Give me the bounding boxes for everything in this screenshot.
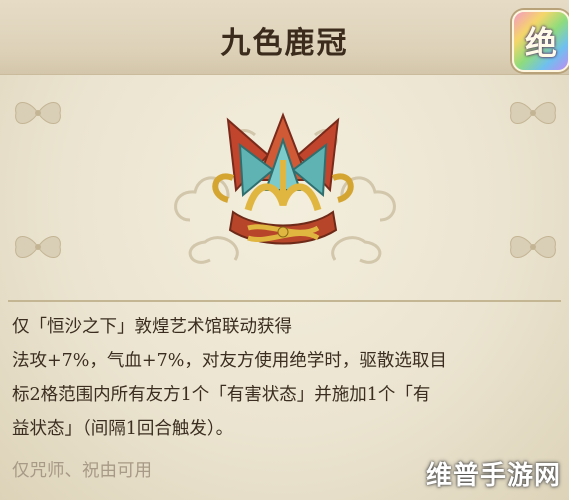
item-detail-card: 九色鹿冠 绝 仅「恒沙之下」敦煌艺术馆联动获得 法攻+7%，气血+7%，对友方使… bbox=[0, 0, 569, 500]
description-line: 益状态」（间隔1回合触发）。 bbox=[12, 419, 234, 439]
usage-restriction: 仅咒师、祝由可用 bbox=[12, 461, 152, 481]
description-line: 仅「恒沙之下」敦煌艺术馆联动获得 bbox=[12, 317, 292, 337]
ornament-top-right-icon bbox=[510, 102, 556, 124]
rarity-badge: 绝 bbox=[512, 10, 569, 72]
description-line: 标2格范围内所有友方1个「有害状态」并施加1个「有 bbox=[12, 385, 431, 405]
crown-icon bbox=[212, 112, 354, 245]
item-description: 仅「恒沙之下」敦煌艺术馆联动获得 法攻+7%，气血+7%，对友方使用绝学时，驱散… bbox=[12, 310, 560, 446]
section-divider bbox=[8, 300, 561, 302]
item-title: 九色鹿冠 bbox=[220, 26, 349, 61]
ornament-bottom-right-icon bbox=[510, 236, 556, 258]
ornament-top-left-icon bbox=[15, 102, 61, 124]
title-bar: 九色鹿冠 bbox=[0, 0, 569, 75]
ornament-bottom-left-icon bbox=[15, 236, 61, 258]
description-line: 法攻+7%，气血+7%，对友方使用绝学时，驱散选取目 bbox=[12, 351, 447, 371]
site-watermark: 维普手游网 bbox=[425, 461, 561, 491]
rarity-badge-label: 绝 bbox=[524, 24, 557, 62]
